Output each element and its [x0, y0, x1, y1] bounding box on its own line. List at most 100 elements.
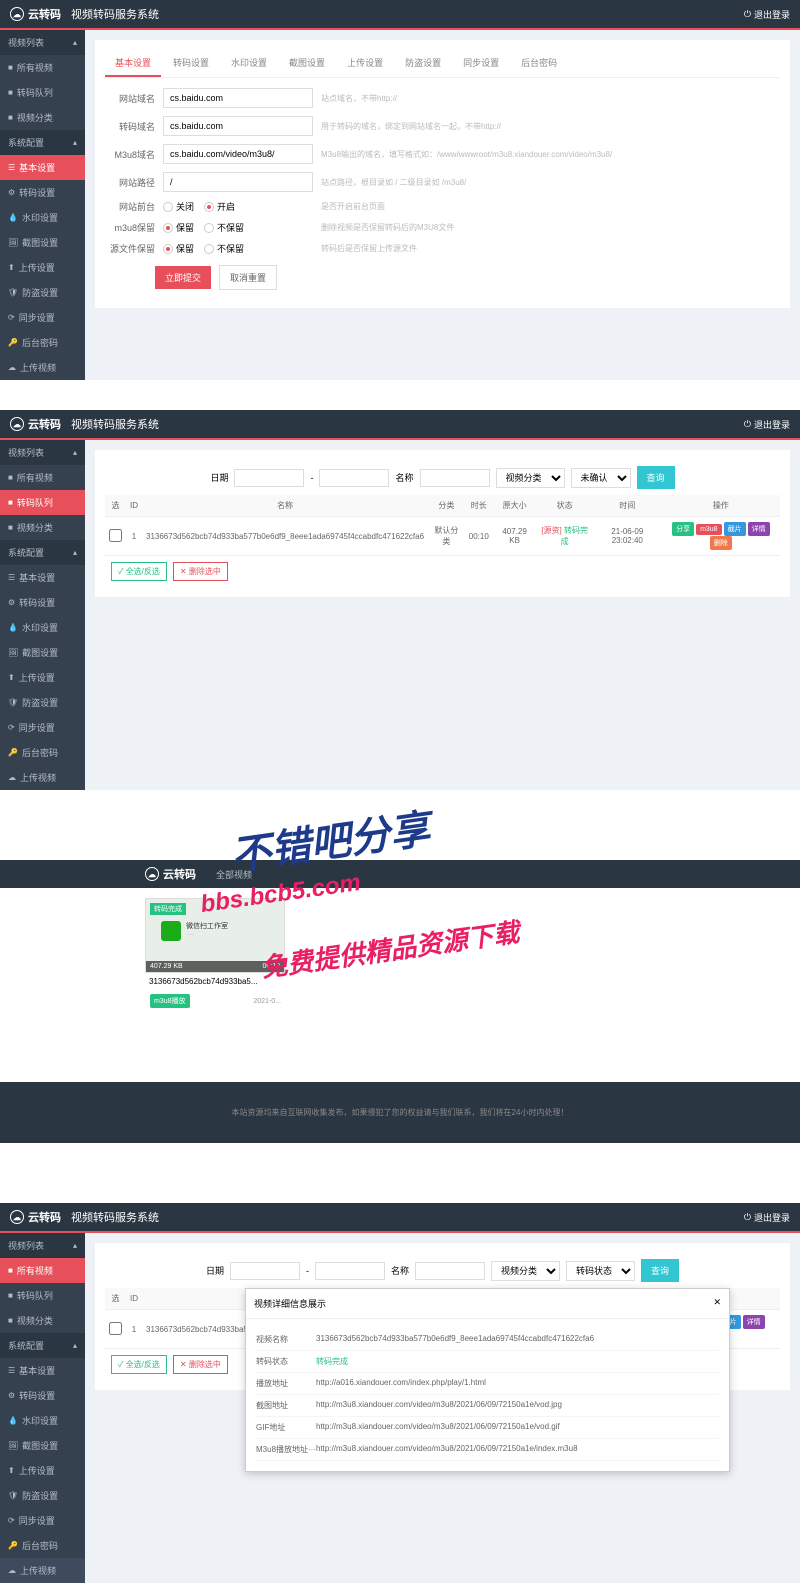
menu-icon: ⟳ [8, 723, 15, 732]
sidebar-item[interactable]: 🔑后台密码 [0, 740, 85, 765]
tab[interactable]: 水印设置 [221, 50, 277, 77]
sidebar-item[interactable]: ⚙转码设置 [0, 590, 85, 615]
sidebar-item[interactable]: ☰基本设置 [0, 1358, 85, 1383]
sidebar-item[interactable]: ☁上传视频 [0, 765, 85, 790]
sidebar-item[interactable]: ⬆上传设置 [0, 255, 85, 280]
panel-basic-settings: ☁ 云转码 视频转码服务系统 ⏻ 退出登录 视频列表▴■所有视频■转码队列■视频… [0, 0, 800, 380]
date-from-input[interactable] [234, 469, 304, 487]
select-all-button[interactable]: ✓ 全选/反选 [111, 1355, 167, 1374]
sidebar-item[interactable]: ⬆上传设置 [0, 665, 85, 690]
sidebar-group[interactable]: 系统配置▴ [0, 540, 85, 565]
tab[interactable]: 截图设置 [279, 50, 335, 77]
query-button[interactable]: 查询 [641, 1259, 679, 1282]
sidebar-group[interactable]: 系统配置▴ [0, 1333, 85, 1358]
action-badge[interactable]: 删除 [710, 536, 732, 550]
sidebar-item[interactable]: ■所有视频 [0, 465, 85, 490]
text-input[interactable] [163, 88, 313, 108]
row-checkbox[interactable] [109, 529, 122, 542]
sidebar-item[interactable]: 🖼截图设置 [0, 640, 85, 665]
sidebar-item[interactable]: ⚙转码设置 [0, 1383, 85, 1408]
radio-option[interactable]: 保留 [163, 242, 194, 255]
radio-option[interactable]: 不保留 [204, 242, 244, 255]
sidebar-item[interactable]: ⟳同步设置 [0, 1508, 85, 1533]
sidebar-item[interactable]: 🛡防盗设置 [0, 280, 85, 305]
action-badge[interactable]: 截片 [724, 522, 746, 536]
action-badge[interactable]: 详情 [743, 1315, 765, 1329]
text-input[interactable] [163, 144, 313, 164]
tab[interactable]: 防盗设置 [395, 50, 451, 77]
action-badge[interactable]: m3u8 [696, 524, 722, 535]
sidebar-item[interactable]: 🛡防盗设置 [0, 690, 85, 715]
sidebar-item[interactable]: ☰基本设置 [0, 565, 85, 590]
sidebar-item[interactable]: ⚙转码设置 [0, 180, 85, 205]
action-badge[interactable]: 分享 [672, 522, 694, 536]
tab[interactable]: 基本设置 [105, 50, 161, 77]
name-input[interactable] [415, 1262, 485, 1280]
sidebar-item[interactable]: 💧水印设置 [0, 205, 85, 230]
sidebar-group[interactable]: 系统配置▴ [0, 130, 85, 155]
close-icon[interactable]: ✕ [713, 1297, 721, 1310]
delete-selected-button[interactable]: ✕ 删除选中 [173, 562, 228, 581]
query-button[interactable]: 查询 [637, 466, 675, 489]
reset-button[interactable]: 取消重置 [219, 265, 277, 290]
sidebar-group[interactable]: 视频列表▴ [0, 30, 85, 55]
save-button[interactable]: 立即提交 [155, 266, 211, 289]
tab[interactable]: 后台密码 [511, 50, 567, 77]
sidebar-item[interactable]: ■所有视频 [0, 1258, 85, 1283]
tab[interactable]: 同步设置 [453, 50, 509, 77]
radio-option[interactable]: 不保留 [204, 221, 244, 234]
radio-option[interactable]: 关闭 [163, 200, 194, 213]
logout-link[interactable]: ⏻退出登录 [744, 1211, 790, 1224]
sidebar-item[interactable]: ■视频分类 [0, 515, 85, 540]
sidebar-item[interactable]: 🔑后台密码 [0, 1533, 85, 1558]
category-select[interactable]: 视频分类 [496, 468, 565, 488]
sidebar-group[interactable]: 视频列表▴ [0, 440, 85, 465]
status-select[interactable]: 未确认 [571, 468, 631, 488]
text-input[interactable] [163, 116, 313, 136]
tab[interactable]: 转码设置 [163, 50, 219, 77]
sidebar-item[interactable]: ⟳同步设置 [0, 715, 85, 740]
logout-link[interactable]: ⏻退出登录 [744, 418, 790, 431]
play-button[interactable]: m3u8播放 [150, 994, 190, 1008]
sidebar-item[interactable]: 🔑后台密码 [0, 330, 85, 355]
sidebar-item[interactable]: ■转码队列 [0, 80, 85, 105]
sidebar-item[interactable]: ■视频分类 [0, 105, 85, 130]
name-input[interactable] [420, 469, 490, 487]
sidebar-item[interactable]: ■转码队列 [0, 1283, 85, 1308]
logout-link[interactable]: ⏻ 退出登录 [744, 8, 790, 21]
sidebar-item[interactable]: ■所有视频 [0, 55, 85, 80]
sidebar-item[interactable]: ■转码队列 [0, 490, 85, 515]
nav-all-videos[interactable]: 全部视频 [216, 868, 252, 881]
date-to-input[interactable] [319, 469, 389, 487]
sidebar-item[interactable]: 🛡防盗设置 [0, 1483, 85, 1508]
power-icon: ⏻ [744, 419, 751, 430]
sidebar-item[interactable]: 💧水印设置 [0, 1408, 85, 1433]
date-to-input[interactable] [315, 1262, 385, 1280]
panel-detail-modal: ☁云转码视频转码服务系统 ⏻退出登录 视频列表▴■所有视频■转码队列■视频分类系… [0, 1203, 800, 1583]
radio-option[interactable]: 开启 [204, 200, 235, 213]
category-select[interactable]: 视频分类 [491, 1261, 560, 1281]
sidebar-item[interactable]: ☁上传视频 [0, 355, 85, 380]
select-all-button[interactable]: ✓ 全选/反选 [111, 562, 167, 581]
tab[interactable]: 上传设置 [337, 50, 393, 77]
content: 基本设置转码设置水印设置截图设置上传设置防盗设置同步设置后台密码 网站域名站点域… [85, 30, 800, 380]
logo-icon: ☁ [145, 867, 159, 881]
sidebar-item[interactable]: ☰基本设置 [0, 155, 85, 180]
action-badge[interactable]: 详情 [748, 522, 770, 536]
date-from-input[interactable] [230, 1262, 300, 1280]
status-select[interactable]: 转码状态 [566, 1261, 635, 1281]
video-card[interactable]: 转码完成 微信扫工作室···· 407.29 KB00:10 3136673d5… [145, 898, 285, 1012]
sidebar-item[interactable]: ■视频分类 [0, 1308, 85, 1333]
sidebar-item[interactable]: 🖼截图设置 [0, 230, 85, 255]
delete-selected-button[interactable]: ✕ 删除选中 [173, 1355, 228, 1374]
row-checkbox[interactable] [109, 1322, 122, 1335]
sidebar-item[interactable]: 🖼截图设置 [0, 1433, 85, 1458]
logo-icon: ☁ [10, 1210, 24, 1224]
sidebar-item[interactable]: ⟳同步设置 [0, 305, 85, 330]
menu-icon: ⟳ [8, 313, 15, 322]
sidebar-group[interactable]: 视频列表▴ [0, 1233, 85, 1258]
radio-option[interactable]: 保留 [163, 221, 194, 234]
text-input[interactable] [163, 172, 313, 192]
sidebar-item[interactable]: 💧水印设置 [0, 615, 85, 640]
sidebar-item[interactable]: ☁上传视频 [0, 1558, 85, 1583]
